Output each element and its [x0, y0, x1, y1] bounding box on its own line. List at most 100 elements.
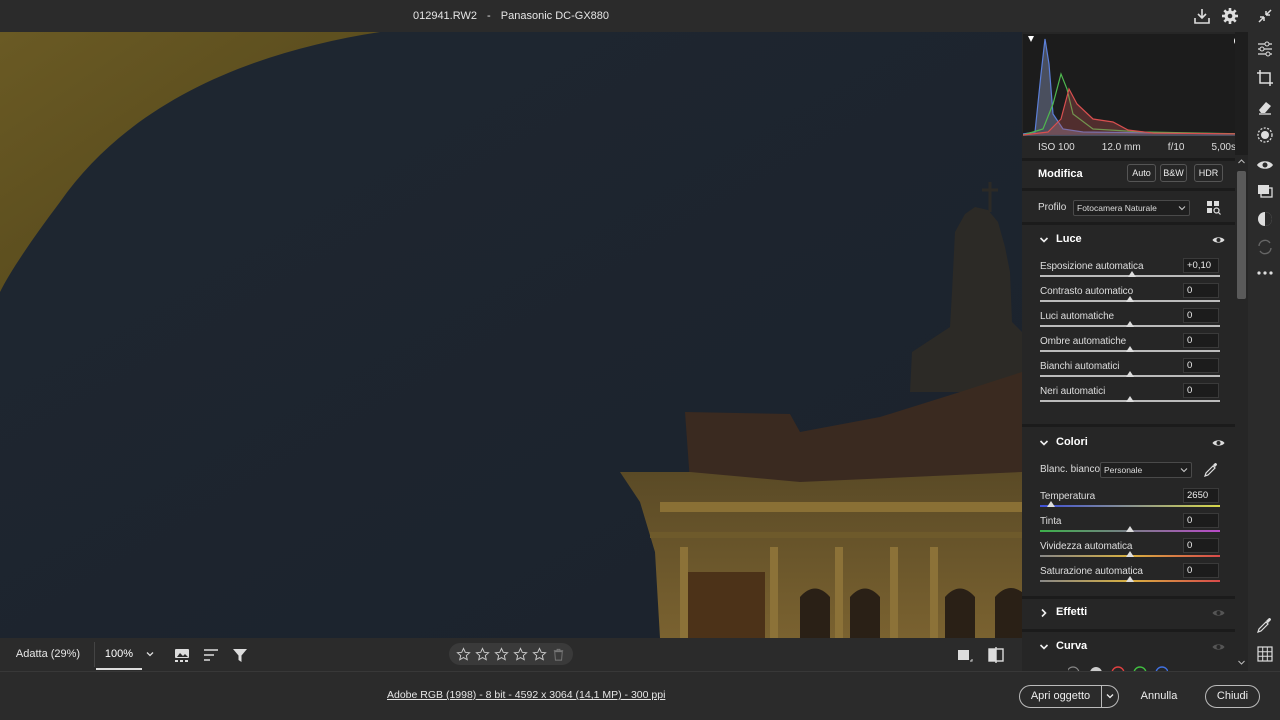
sync-icon[interactable] [1256, 238, 1274, 256]
curve-channel-selector[interactable] [1068, 664, 1168, 671]
divider [1101, 686, 1102, 707]
curve-title: Curva [1056, 640, 1088, 652]
tool-strip [1248, 32, 1280, 671]
window-title: 012941.RW2 - Panasonic DC-GX880 [0, 0, 1022, 32]
effects-section-header[interactable]: Effetti [1022, 598, 1235, 628]
slider-thumb[interactable] [1126, 526, 1134, 532]
profile-browser-icon[interactable] [1206, 200, 1221, 215]
slider-label: Neri automatici [1040, 386, 1106, 397]
profile-value: Fotocamera Naturale [1077, 203, 1157, 213]
sampler-icon[interactable] [1256, 616, 1274, 634]
more-icon[interactable] [1256, 264, 1274, 282]
divider [1022, 424, 1235, 427]
chevron-down-icon[interactable] [144, 648, 156, 660]
trash-icon[interactable] [551, 647, 566, 662]
snapshots-icon[interactable] [1256, 182, 1274, 200]
sort-icon[interactable] [202, 646, 220, 664]
open-object-label[interactable]: Apri oggetto [1020, 686, 1101, 707]
crop-icon[interactable] [1256, 69, 1274, 87]
slider-value-input[interactable]: 0 [1183, 513, 1219, 528]
photo-canvas[interactable] [0, 32, 1022, 638]
slider-value-input[interactable]: 0 [1183, 538, 1219, 553]
slider-thumb[interactable] [1126, 346, 1134, 352]
color-section-header[interactable]: Colori [1022, 428, 1235, 458]
histogram [1023, 34, 1235, 136]
slider-thumb[interactable] [1126, 576, 1134, 582]
slider-value-input[interactable]: 0 [1183, 383, 1219, 398]
open-object-button[interactable]: Apri oggetto [1019, 685, 1119, 708]
slider-label: Ombre automatiche [1040, 336, 1127, 347]
save-icon[interactable] [1193, 7, 1211, 25]
slider-thumb[interactable] [1126, 371, 1134, 377]
star-icon[interactable] [494, 646, 509, 662]
eye-icon[interactable] [1212, 438, 1225, 448]
star-icon[interactable] [532, 646, 547, 662]
slider-track[interactable] [1040, 505, 1220, 507]
slider-thumb[interactable] [1126, 396, 1134, 402]
slider-thumb[interactable] [1046, 501, 1055, 507]
zoom-100-button[interactable]: 100% [96, 642, 142, 670]
slider-value-input[interactable]: +0,10 [1183, 258, 1219, 273]
slider-thumb[interactable] [1126, 296, 1134, 302]
slider-label: Vividezza automatica [1040, 541, 1133, 552]
chevron-up-icon[interactable] [1237, 157, 1246, 166]
eraser-icon[interactable] [1256, 98, 1274, 116]
edit-panel: ISO 100 12.0 mm f/10 5,00s Modifica Auto… [1022, 32, 1235, 671]
red-eye-icon[interactable] [1256, 156, 1274, 174]
color-title: Colori [1056, 436, 1088, 448]
star-rating [449, 643, 573, 665]
filter-icon[interactable] [231, 646, 249, 664]
slider-value-input[interactable]: 0 [1183, 358, 1219, 373]
chevron-down-icon [1180, 468, 1188, 473]
hdr-button[interactable]: HDR [1194, 164, 1223, 182]
light-section-header[interactable]: Luce [1022, 225, 1235, 255]
eye-icon[interactable] [1212, 642, 1225, 652]
slider-value-input[interactable]: 0 [1183, 283, 1219, 298]
presets-icon[interactable] [1256, 210, 1274, 228]
white-balance-select[interactable]: Personale [1100, 462, 1192, 478]
gear-icon[interactable] [1221, 7, 1239, 25]
star-icon[interactable] [456, 646, 471, 662]
slider-value-input[interactable]: 0 [1183, 333, 1219, 348]
mask-icon[interactable] [1256, 126, 1274, 144]
chevron-down-icon [1039, 644, 1049, 650]
close-button[interactable]: Chiudi [1205, 685, 1260, 708]
compare-view-icon[interactable] [987, 646, 1005, 664]
profile-select[interactable]: Fotocamera Naturale [1073, 200, 1190, 216]
edit-sliders-icon[interactable] [1256, 40, 1274, 58]
filmstrip-icon[interactable] [173, 646, 191, 664]
iso-value: ISO 100 [1038, 141, 1075, 153]
slider-label: Luci automatiche [1040, 311, 1115, 322]
auto-button[interactable]: Auto [1127, 164, 1156, 182]
slider-value-input[interactable]: 0 [1183, 308, 1219, 323]
status-bar: Adobe RGB (1998) - 8 bit - 4592 x 3064 (… [0, 671, 1280, 720]
star-icon[interactable] [513, 646, 528, 662]
slider-thumb[interactable] [1126, 551, 1134, 557]
file-name: 012941.RW2 [412, 10, 477, 22]
panel-scrollbar[interactable] [1235, 155, 1248, 671]
scrollbar-thumb[interactable] [1237, 171, 1246, 299]
grid-icon[interactable] [1256, 645, 1274, 663]
slider-row: Neri automatici 0 [1022, 383, 1235, 411]
slider-label: Contrasto automatico [1040, 286, 1134, 297]
single-view-icon[interactable] [955, 646, 973, 664]
slider-value-input[interactable]: 0 [1183, 563, 1219, 578]
eyedropper-icon[interactable] [1203, 462, 1219, 478]
zoom-fit-button[interactable]: Adatta (29%) [8, 642, 88, 667]
image-info-link[interactable]: Adobe RGB (1998) - 8 bit - 4592 x 3064 (… [387, 689, 665, 701]
bw-button[interactable]: B&W [1160, 164, 1187, 182]
slider-value-input[interactable]: 2650 [1183, 488, 1219, 503]
slider-thumb[interactable] [1127, 271, 1136, 277]
photo-preview [0, 32, 1022, 638]
edit-title: Modifica [1038, 168, 1083, 180]
curve-section-header[interactable]: Curva [1022, 632, 1235, 662]
chevron-down-icon[interactable] [1104, 690, 1116, 702]
collapse-icon[interactable] [1256, 7, 1274, 25]
slider-thumb[interactable] [1126, 321, 1134, 327]
chevron-down-icon[interactable] [1237, 658, 1246, 667]
eye-icon[interactable] [1212, 608, 1225, 618]
eye-icon[interactable] [1212, 235, 1225, 245]
cancel-button[interactable]: Annulla [1130, 685, 1188, 708]
star-icon[interactable] [475, 646, 490, 662]
exif-info: ISO 100 12.0 mm f/10 5,00s [1022, 136, 1235, 158]
